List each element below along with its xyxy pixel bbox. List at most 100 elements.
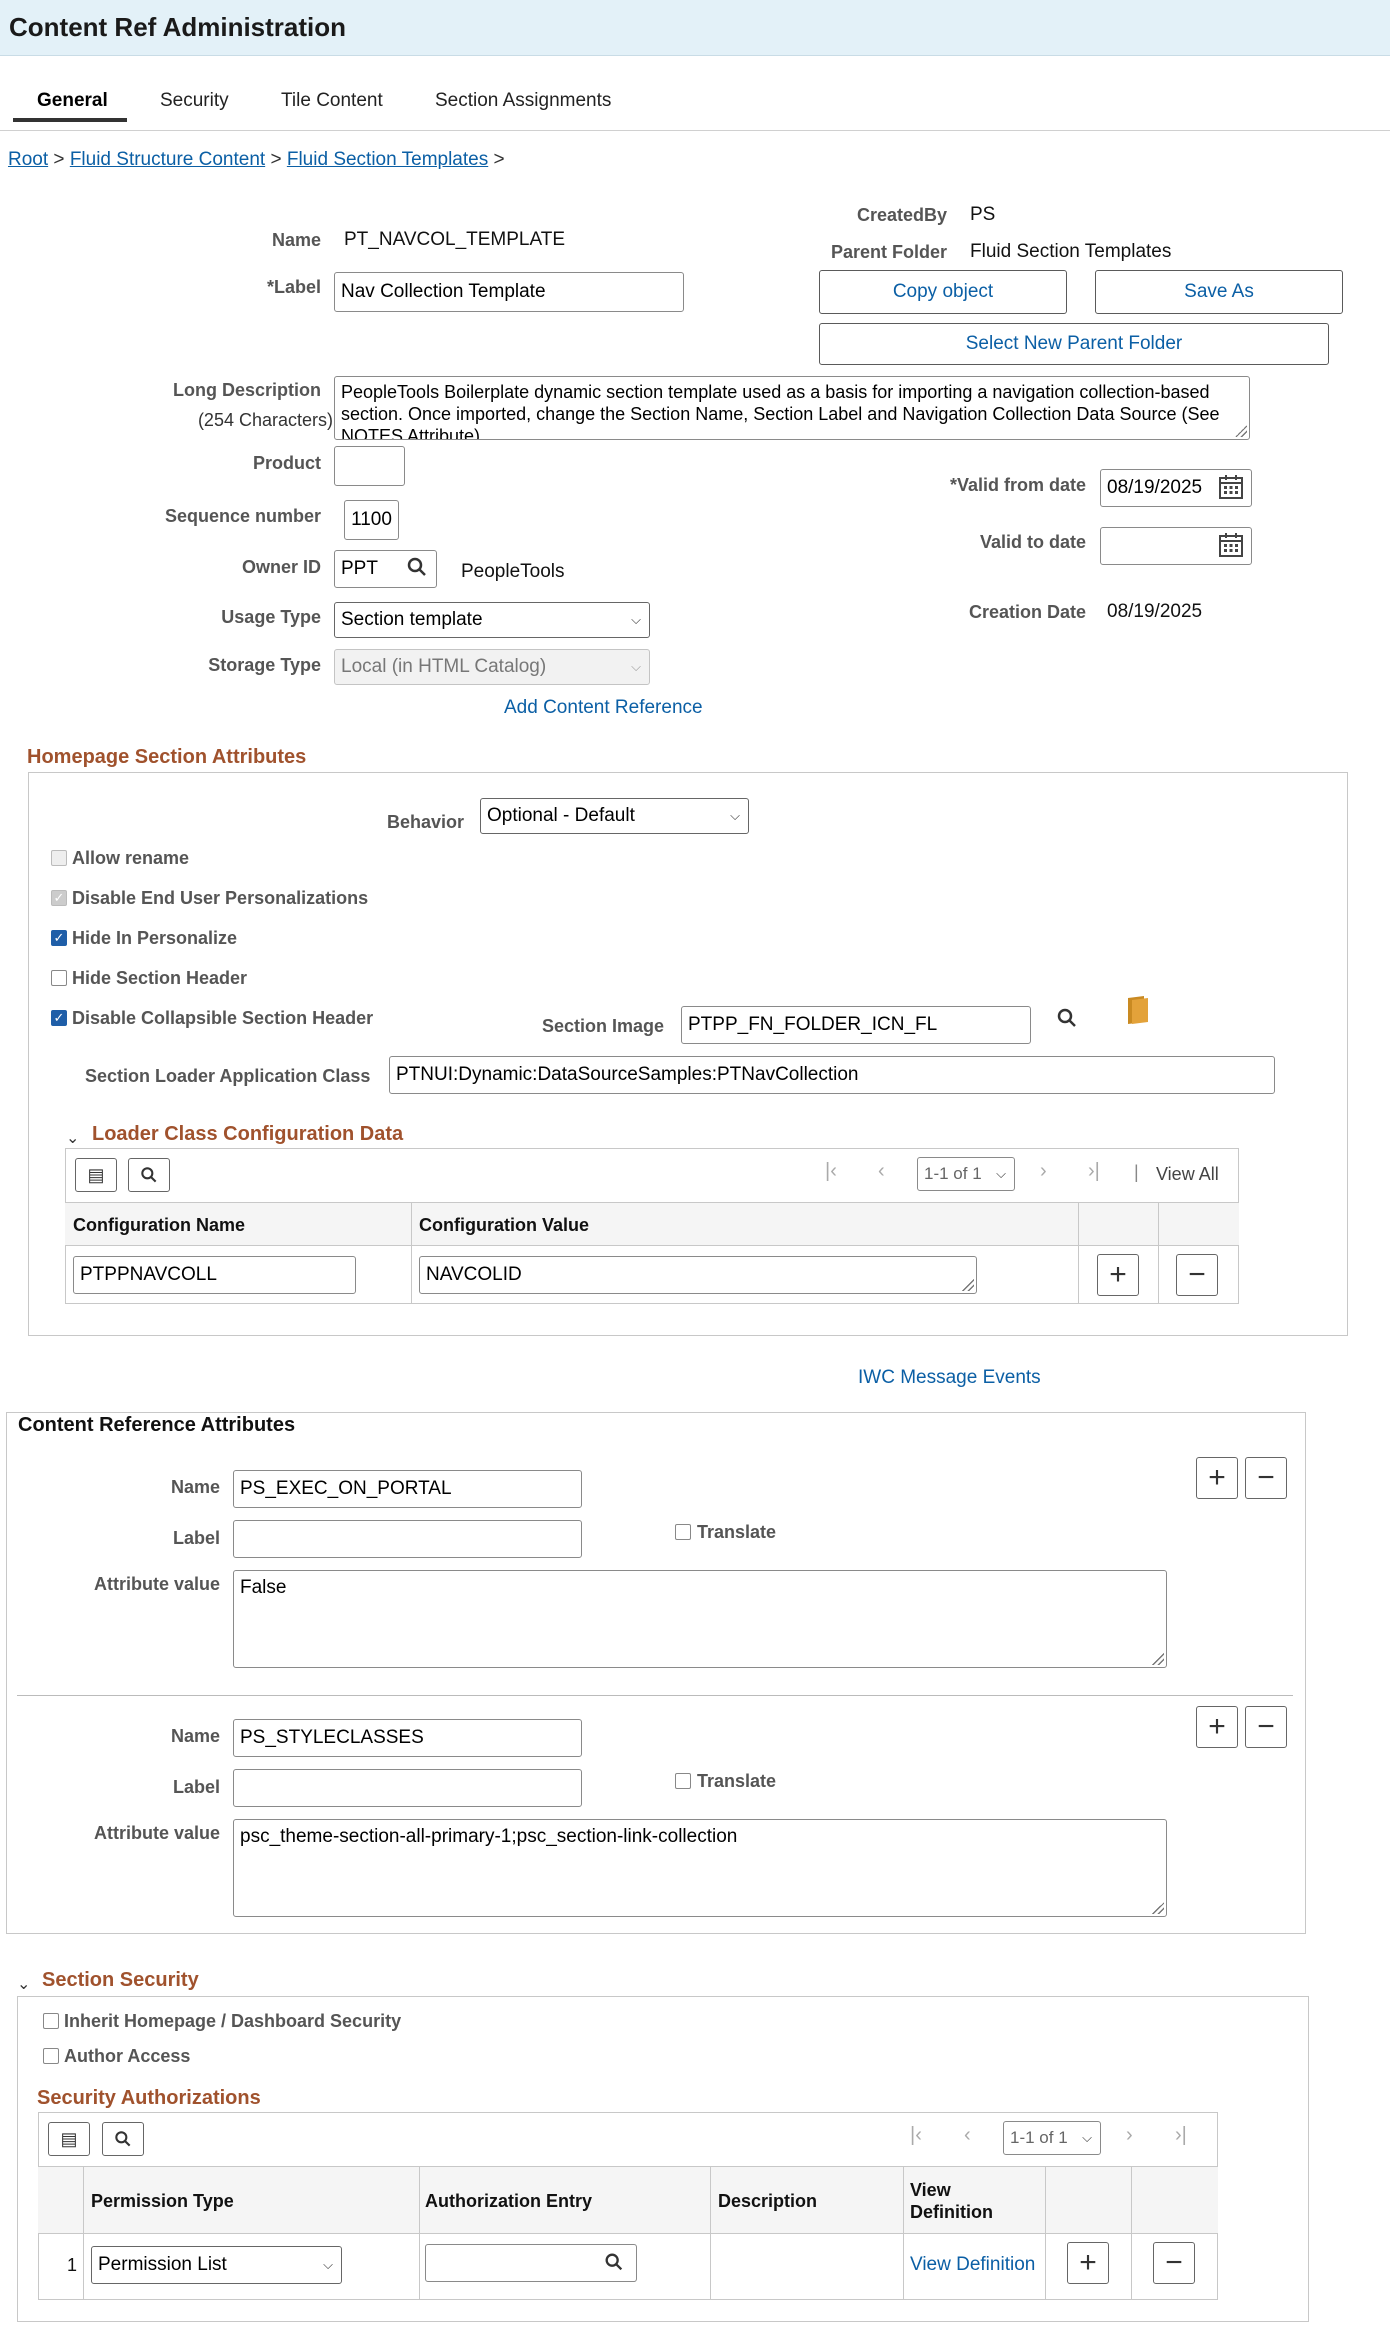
hide-section-header-checkbox[interactable]: [51, 970, 67, 986]
allow-rename-label: Allow rename: [72, 848, 190, 868]
permission-type-select[interactable]: Permission List ⌵: [91, 2246, 342, 2284]
usage-value: Section template: [341, 609, 483, 630]
createdby-value: PS: [970, 204, 996, 225]
grid-search-icon[interactable]: [128, 1158, 170, 1192]
translate-label: Translate: [697, 1522, 777, 1542]
col-permission-type: Permission Type: [91, 2191, 234, 2211]
delete-attribute-button[interactable]: −: [1245, 1706, 1287, 1748]
personalize-grid-icon[interactable]: ▤: [48, 2122, 90, 2156]
cra-row-divider: [17, 1695, 1293, 1696]
pager-select[interactable]: 1-1 of 1 ⌵: [917, 1157, 1015, 1191]
select-parent-folder-button[interactable]: Select New Parent Folder: [819, 323, 1329, 365]
translate-checkbox[interactable]: [675, 1773, 691, 1789]
inherit-security-checkbox[interactable]: [43, 2013, 59, 2029]
collapse-chevron-icon[interactable]: ⌄: [66, 1128, 79, 1148]
disable-collapsible-checkbox[interactable]: ✓: [51, 1010, 67, 1026]
parent-folder-label: Parent Folder: [830, 242, 947, 262]
resize-grip-icon[interactable]: [1152, 1902, 1164, 1914]
add-content-ref-link[interactable]: Add Content Reference: [504, 697, 703, 719]
personalize-grid-icon[interactable]: ▤: [75, 1158, 117, 1192]
section-security-title: Section Security: [42, 1969, 199, 1991]
col-view-definition: View Definition: [910, 2180, 993, 2222]
add-row-button[interactable]: +: [1067, 2242, 1109, 2284]
product-input[interactable]: [334, 446, 405, 486]
cra-name-label: Name: [170, 1477, 220, 1497]
col-divider: [903, 2166, 904, 2300]
last-page-icon[interactable]: ›|: [1088, 1160, 1100, 1183]
homepage-section-title: Homepage Section Attributes: [27, 746, 307, 768]
calendar-icon[interactable]: [1218, 474, 1244, 506]
view-all-link[interactable]: View All: [1156, 1164, 1219, 1185]
tab-section-assignments[interactable]: Section Assignments: [435, 90, 611, 112]
search-icon[interactable]: [1055, 1006, 1079, 1036]
cra-name-input[interactable]: PS_STYLECLASSES: [233, 1719, 582, 1757]
col-divider: [1158, 1202, 1159, 1304]
breadcrumb-fluid-section-templates[interactable]: Fluid Section Templates: [287, 149, 488, 170]
cra-attr-label: Attribute value: [93, 1574, 220, 1594]
view-definition-link[interactable]: View Definition: [910, 2254, 1035, 2276]
delete-row-button[interactable]: −: [1153, 2242, 1195, 2284]
valid-from-value: 08/19/2025: [1107, 477, 1203, 498]
pager-select[interactable]: 1-1 of 1 ⌵: [1003, 2121, 1101, 2155]
translate-checkbox[interactable]: [675, 1524, 691, 1540]
chevron-down-icon: ⌵: [1082, 2130, 1092, 2145]
cra-label-input[interactable]: [233, 1769, 582, 1807]
add-attribute-button[interactable]: +: [1196, 1457, 1238, 1499]
save-as-button[interactable]: Save As: [1095, 270, 1343, 314]
col-divider: [1131, 2166, 1132, 2300]
section-image-input[interactable]: PTPP_FN_FOLDER_ICN_FL: [681, 1006, 1031, 1044]
calendar-icon[interactable]: [1218, 532, 1244, 564]
first-page-icon[interactable]: |‹: [910, 2124, 922, 2147]
iwc-message-events-link[interactable]: IWC Message Events: [858, 1367, 1041, 1389]
delete-attribute-button[interactable]: −: [1245, 1457, 1287, 1499]
resize-grip-icon[interactable]: [1235, 425, 1247, 437]
long-desc-label: Long Description: [173, 380, 321, 400]
cra-attr-textarea[interactable]: False: [233, 1570, 1167, 1668]
delete-row-button[interactable]: −: [1176, 1254, 1218, 1296]
cra-name-input[interactable]: PS_EXEC_ON_PORTAL: [233, 1470, 582, 1508]
loader-config-title: Loader Class Configuration Data: [92, 1123, 404, 1145]
resize-grip-icon[interactable]: [962, 1279, 974, 1291]
security-auth-title: Security Authorizations: [37, 2087, 261, 2109]
breadcrumb-root[interactable]: Root: [8, 149, 48, 170]
cra-attr-value: False: [240, 1577, 287, 1598]
label-input[interactable]: Nav Collection Template: [334, 272, 684, 312]
cra-label-input[interactable]: [233, 1520, 582, 1558]
valid-to-label: Valid to date: [979, 532, 1086, 552]
chevron-down-icon: ⌵: [631, 659, 641, 674]
creation-date-label: Creation Date: [968, 602, 1086, 622]
behavior-label: Behavior: [387, 812, 465, 832]
usage-select[interactable]: Section template ⌵: [334, 602, 650, 638]
hide-in-personalize-checkbox[interactable]: ✓: [51, 930, 67, 946]
breadcrumb-fluid-structure[interactable]: Fluid Structure Content: [70, 149, 265, 170]
seq-input[interactable]: 1100: [344, 500, 399, 540]
add-row-button[interactable]: +: [1097, 1254, 1139, 1296]
cra-attr-value: psc_theme-section-all-primary-1;psc_sect…: [240, 1826, 738, 1847]
search-icon[interactable]: [603, 2251, 625, 2279]
col-divider: [710, 2166, 711, 2300]
tab-general[interactable]: General: [37, 90, 108, 112]
tab-security[interactable]: Security: [160, 90, 229, 112]
owner-search-icon[interactable]: [405, 555, 431, 581]
resize-grip-icon[interactable]: [1152, 1653, 1164, 1665]
tab-tile-content[interactable]: Tile Content: [281, 90, 383, 112]
prev-page-icon[interactable]: ‹: [964, 2124, 971, 2147]
next-page-icon[interactable]: ›: [1040, 1160, 1047, 1183]
grid-search-icon[interactable]: [102, 2122, 144, 2156]
config-name-input[interactable]: PTPPNAVCOLL: [73, 1256, 356, 1294]
collapse-chevron-icon[interactable]: ⌄: [17, 1974, 30, 1994]
cra-attr-textarea[interactable]: psc_theme-section-all-primary-1;psc_sect…: [233, 1819, 1167, 1917]
add-attribute-button[interactable]: +: [1196, 1706, 1238, 1748]
last-page-icon[interactable]: ›|: [1175, 2124, 1187, 2147]
config-value-input[interactable]: NAVCOLID: [419, 1256, 977, 1294]
first-page-icon[interactable]: |‹: [825, 1160, 837, 1183]
owner-desc: PeopleTools: [461, 561, 565, 582]
author-access-checkbox[interactable]: [43, 2048, 59, 2064]
usage-label: Usage Type: [221, 607, 321, 627]
next-page-icon[interactable]: ›: [1126, 2124, 1133, 2147]
behavior-select[interactable]: Optional - Default ⌵: [480, 798, 749, 834]
long-desc-textarea[interactable]: PeopleTools Boilerplate dynamic section …: [334, 376, 1250, 440]
prev-page-icon[interactable]: ‹: [878, 1160, 885, 1183]
copy-object-button[interactable]: Copy object: [819, 270, 1067, 314]
loader-class-input[interactable]: PTNUI:Dynamic:DataSourceSamples:PTNavCol…: [389, 1056, 1275, 1094]
